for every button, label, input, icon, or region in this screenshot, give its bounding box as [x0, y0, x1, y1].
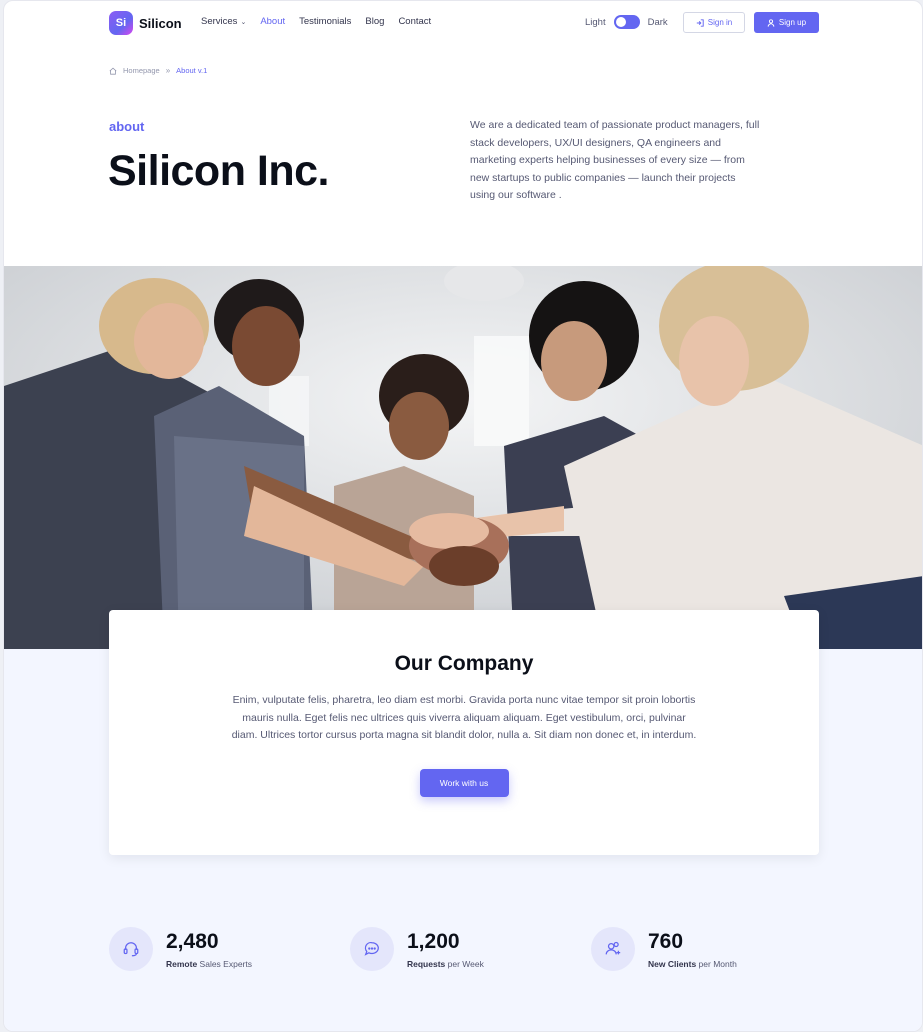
nav-services[interactable]: Services ⌄	[201, 16, 246, 27]
headset-icon	[109, 927, 153, 971]
theme-switch: Light Dark	[585, 15, 668, 29]
stat-requests: 1,200 Requests per Week	[350, 927, 484, 971]
nav-services-label: Services	[201, 16, 238, 27]
page: Si Silicon Services ⌄ About Testimonials…	[3, 0, 923, 1032]
stat-clients: 760 New Clients per Month	[591, 927, 737, 971]
logo-icon: Si	[109, 11, 133, 35]
stat-requests-caption: Requests per Week	[407, 959, 484, 969]
breadcrumb-separator: »	[165, 66, 171, 75]
work-with-us-button[interactable]: Work with us	[419, 768, 509, 797]
hero-eyebrow: about	[109, 119, 145, 134]
signup-label: Sign up	[778, 18, 807, 27]
chat-icon	[350, 927, 394, 971]
breadcrumb-home[interactable]: Homepage	[123, 66, 160, 75]
nav-testimonials[interactable]: Testimonials	[299, 16, 351, 27]
signin-label: Sign in	[707, 18, 733, 27]
signup-button[interactable]: Sign up	[754, 12, 819, 33]
breadcrumb: Homepage » About v.1	[109, 66, 207, 75]
navbar: Si Silicon Services ⌄ About Testimonials…	[4, 1, 922, 45]
company-card: Our Company Enim, vulputate felis, phare…	[109, 610, 819, 855]
signin-button[interactable]: Sign in	[683, 12, 745, 33]
stat-requests-value: 1,200	[407, 930, 460, 953]
signin-icon	[696, 18, 704, 27]
chevron-down-icon: ⌄	[240, 18, 247, 26]
theme-dark-label: Dark	[647, 16, 668, 28]
page-title: Silicon Inc.	[108, 147, 330, 195]
breadcrumb-current: About v.1	[176, 66, 208, 75]
user-icon	[767, 18, 775, 27]
stat-clients-caption: New Clients per Month	[648, 959, 737, 969]
nav-blog[interactable]: Blog	[365, 16, 384, 27]
home-icon	[109, 67, 117, 75]
users-plus-icon	[591, 927, 635, 971]
theme-light-label: Light	[585, 16, 606, 28]
hero-lead: We are a dedicated team of passionate pr…	[470, 119, 760, 201]
team-photo	[4, 266, 922, 649]
brand-logo[interactable]: Si Silicon	[109, 11, 182, 35]
stat-remote-value: 2,480	[166, 930, 219, 953]
stat-remote: 2,480 Remote Sales Experts	[109, 927, 252, 971]
brand-name: Silicon	[139, 15, 182, 31]
main-menu: Services ⌄ About Testimonials Blog Conta…	[201, 16, 431, 27]
theme-toggle[interactable]	[613, 15, 640, 29]
nav-contact[interactable]: Contact	[398, 16, 431, 27]
stat-remote-caption: Remote Sales Experts	[166, 959, 252, 969]
toggle-knob	[615, 17, 626, 27]
stat-clients-value: 760	[648, 930, 684, 953]
company-title: Our Company	[394, 652, 534, 675]
nav-about[interactable]: About	[260, 16, 285, 27]
company-text: Enim, vulputate felis, pharetra, leo dia…	[231, 694, 697, 741]
